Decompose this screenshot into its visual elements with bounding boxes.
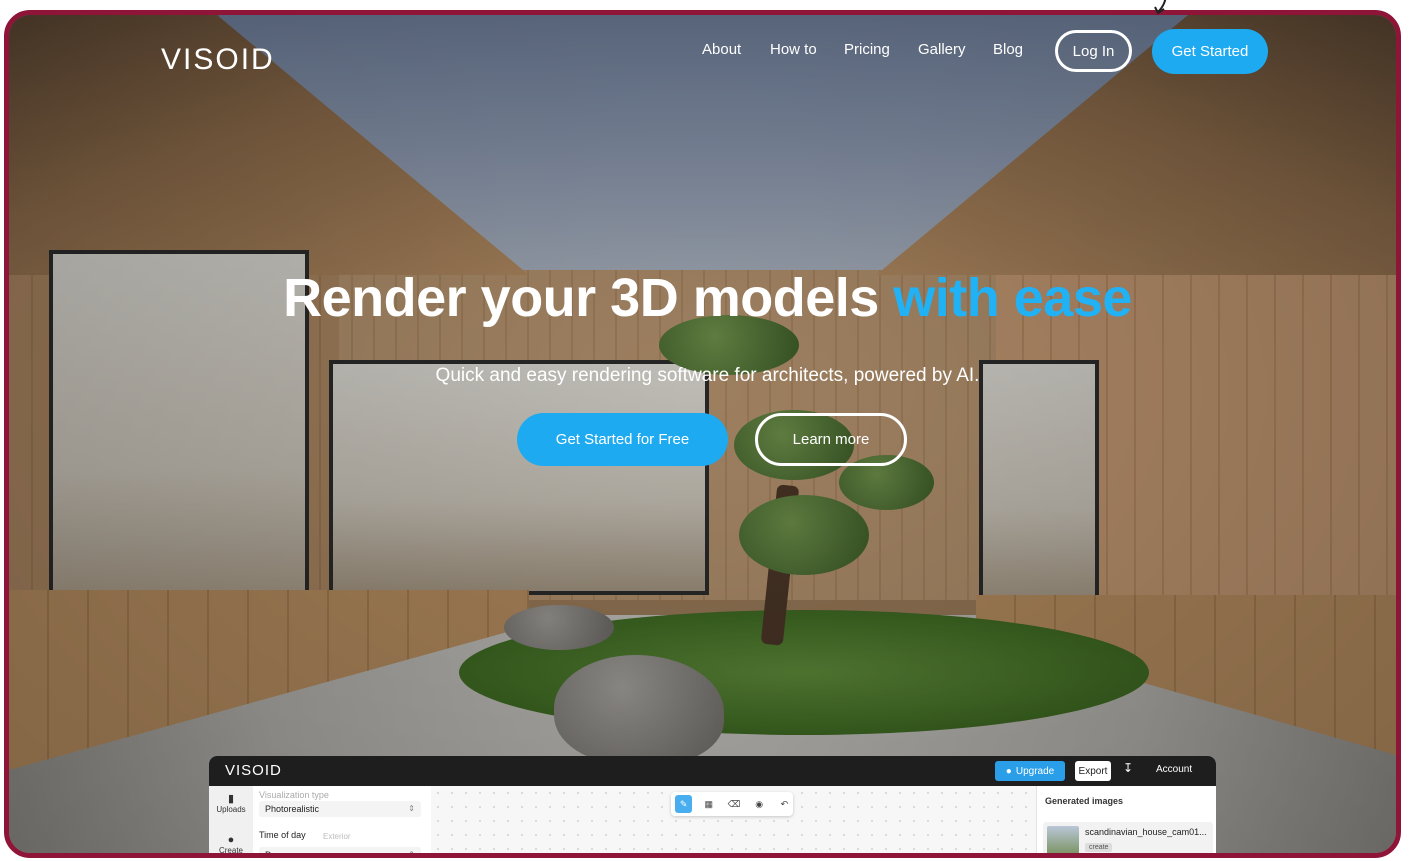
app-logo: VISOID	[225, 762, 282, 779]
nav-link-how-to[interactable]: How to	[770, 41, 817, 58]
export-button[interactable]: Export	[1075, 761, 1111, 781]
sidebar-item-uploads[interactable]: ▮ Uploads	[209, 792, 253, 814]
nav-link-gallery[interactable]: Gallery	[918, 41, 966, 58]
account-button[interactable]: Account	[1156, 764, 1192, 775]
app-sidebar: ▮ Uploads ● Create	[209, 786, 254, 855]
settings-panel: Visualization type Photorealistic ⇕ Time…	[253, 786, 432, 858]
generated-images-panel: Generated images scandinavian_house_cam0…	[1036, 786, 1216, 853]
get-started-button[interactable]: Get Started	[1152, 29, 1268, 74]
generated-image-item[interactable]: scandinavian_house_cam01... create	[1043, 822, 1213, 853]
sidebar-item-label: Create	[218, 846, 243, 855]
nav-link-blog[interactable]: Blog	[993, 41, 1023, 58]
brush-icon[interactable]: ✎	[675, 795, 693, 813]
download-icon[interactable]: ↧	[1123, 761, 1133, 775]
hero-title-main: Render your 3D models	[283, 268, 894, 328]
chevron-updown-icon: ⇕	[408, 804, 415, 813]
app-top-bar: VISOID ● Upgrade Export ↧ Account	[209, 756, 1216, 786]
eye-icon[interactable]: ◉	[751, 795, 768, 813]
canvas-toolbar: ✎ ▦ ⌫ ◉ ↶	[671, 792, 793, 816]
time-of-day-label: Time of day	[259, 830, 306, 840]
upgrade-label: Upgrade	[1015, 765, 1055, 777]
image-tag: create	[1085, 843, 1113, 852]
learn-more-button[interactable]: Learn more	[755, 413, 907, 466]
image-thumbnail	[1047, 826, 1079, 853]
visualization-type-label: Visualization type	[259, 790, 329, 800]
shapes-icon[interactable]: ▦	[700, 795, 717, 813]
exterior-label: Exterior	[323, 832, 351, 841]
app-preview: VISOID ● Upgrade Export ↧ Account ▮ Uplo…	[209, 756, 1216, 858]
sidebar-item-create[interactable]: ● Create	[209, 834, 253, 855]
site-logo[interactable]: VISOID	[161, 43, 275, 77]
nav-link-pricing[interactable]: Pricing	[844, 41, 890, 58]
hero-title: Render your 3D models with ease	[9, 267, 1396, 329]
pointer-arrow-icon	[1154, 0, 1167, 15]
canvas-area[interactable]: ✎ ▦ ⌫ ◉ ↶	[431, 786, 1036, 853]
time-of-day-select[interactable]: Day ⇕	[259, 847, 421, 858]
get-started-free-button[interactable]: Get Started for Free	[517, 413, 728, 466]
nav-link-about[interactable]: About	[702, 41, 741, 58]
trash-icon[interactable]: ⌫	[725, 795, 742, 813]
undo-icon[interactable]: ↶	[776, 795, 793, 813]
upgrade-button[interactable]: ● Upgrade	[995, 761, 1065, 781]
folder-icon: ▮	[227, 793, 235, 805]
visualization-type-value: Photorealistic	[265, 804, 320, 814]
time-of-day-value: Day	[265, 850, 282, 858]
image-file-name: scandinavian_house_cam01...	[1085, 827, 1207, 837]
browser-frame: VISOID About How to Pricing Gallery Blog…	[4, 10, 1401, 858]
chevron-updown-icon: ⇕	[408, 850, 415, 858]
upgrade-icon: ●	[1005, 765, 1012, 777]
sidebar-item-label: Uploads	[216, 805, 246, 814]
visualization-type-select[interactable]: Photorealistic ⇕	[259, 801, 421, 817]
login-button[interactable]: Log In	[1055, 30, 1132, 72]
pin-icon: ●	[227, 834, 235, 846]
hero-subtitle: Quick and easy rendering software for ar…	[435, 365, 980, 386]
hero-title-accent: with ease	[893, 268, 1132, 328]
generated-images-title: Generated images	[1045, 796, 1124, 806]
